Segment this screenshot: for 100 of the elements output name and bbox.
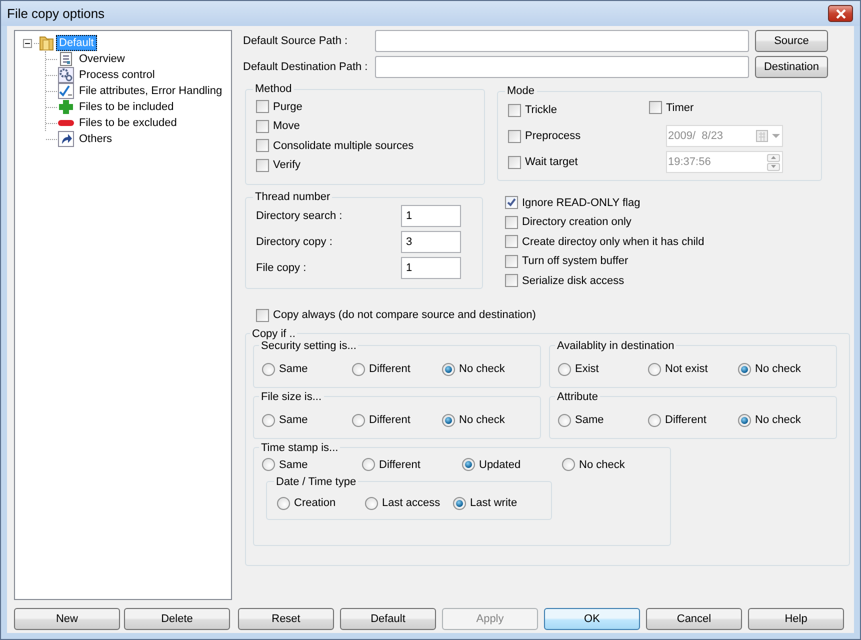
checkbox[interactable]: [508, 130, 521, 142]
radio-button[interactable]: [352, 362, 365, 376]
radio-label: No check: [755, 414, 801, 426]
radio-button[interactable]: [262, 362, 275, 376]
checkbox[interactable]: [505, 254, 518, 268]
field-label: Directory copy :: [256, 236, 334, 248]
tree-item[interactable]: Files to be included: [76, 99, 177, 115]
radio-button[interactable]: [362, 458, 375, 471]
group-title: Availablity in destination: [556, 340, 676, 352]
checkbox-label: Trickle: [525, 104, 557, 116]
tree-item[interactable]: File attributes, Error Handling: [76, 83, 226, 99]
number-field[interactable]: 3: [401, 231, 461, 253]
checkbox[interactable]: [505, 196, 518, 210]
tree-item[interactable]: Files to be excluded: [76, 115, 180, 131]
number-field[interactable]: 1: [401, 205, 461, 227]
radio-button[interactable]: [558, 362, 571, 376]
dialog-button[interactable]: New: [14, 608, 120, 630]
radio-button[interactable]: [352, 414, 365, 426]
dialog-button[interactable]: Delete: [124, 608, 230, 630]
checkbox[interactable]: [649, 101, 662, 114]
radio-button[interactable]: [558, 414, 571, 426]
tree-item[interactable]: Overview: [76, 51, 128, 67]
group-title: Date / Time type: [275, 476, 358, 488]
checkbox[interactable]: [508, 156, 521, 168]
dialog-button[interactable]: Default: [340, 608, 436, 630]
radio-label: Same: [279, 363, 308, 375]
down-arrow-icon: [771, 165, 776, 168]
close-icon: [834, 8, 846, 18]
checkbox[interactable]: [505, 235, 518, 248]
radio-label: Updated: [479, 458, 521, 470]
radio-label: Not exist: [665, 363, 708, 375]
tree-item[interactable]: Others: [76, 131, 116, 147]
checkbox[interactable]: [505, 274, 518, 288]
checkbox-label: Purge: [273, 100, 302, 113]
radio-button[interactable]: [738, 362, 751, 376]
checkbox[interactable]: [256, 139, 269, 152]
checkbox-label: Move: [273, 120, 300, 132]
group-title: Thread number: [254, 191, 332, 203]
radio-label: No check: [459, 414, 505, 426]
radio-label: Same: [575, 414, 604, 426]
radio-button[interactable]: [648, 362, 661, 376]
radio-button[interactable]: [277, 496, 290, 510]
dialog-button[interactable]: Reset: [238, 608, 334, 630]
gear-icon: [58, 67, 74, 83]
checkbox[interactable]: [256, 308, 269, 322]
checkbox-label: Ignore READ-ONLY flag: [522, 196, 640, 209]
time-value: 19:37:56: [668, 156, 711, 168]
close-button[interactable]: [828, 5, 853, 22]
checkbox-label: Directory creation only: [522, 216, 632, 228]
radio-label: Creation: [294, 497, 336, 509]
radio-button[interactable]: [562, 458, 575, 471]
checkbox-label: Verify: [273, 159, 301, 172]
group-title: Copy if ..: [251, 328, 296, 340]
checkbox-label: Timer: [666, 102, 694, 114]
tree-item[interactable]: Process control: [76, 67, 158, 83]
checkbox[interactable]: [505, 216, 518, 229]
checkbox[interactable]: [508, 104, 521, 116]
radio-label: No check: [459, 363, 505, 375]
dialog-button[interactable]: Help: [748, 608, 844, 630]
checkbox-label: Turn off system buffer: [522, 255, 628, 268]
radio-button[interactable]: [365, 496, 378, 510]
radio-button[interactable]: [648, 414, 661, 426]
window-title: File copy options: [7, 6, 105, 21]
path-field[interactable]: [375, 30, 749, 52]
checkbox[interactable]: [256, 120, 269, 133]
radio-button[interactable]: [442, 362, 455, 376]
checkbox-label: Copy always (do not compare source and destination): [273, 309, 536, 321]
group-title: Method: [254, 83, 293, 95]
radio-label: Different: [369, 363, 410, 375]
browse-button[interactable]: Destination: [755, 56, 828, 78]
radio-label: Same: [279, 458, 308, 470]
checkbox[interactable]: [256, 158, 269, 172]
group-title: Mode: [506, 85, 536, 97]
radio-button[interactable]: [462, 458, 475, 471]
radio-button[interactable]: [453, 496, 466, 510]
path-label: Default Destination Path :: [243, 61, 369, 73]
radio-button[interactable]: [442, 414, 455, 426]
radio-label: Different: [369, 414, 410, 426]
date-value: 2009/ 8/23: [668, 130, 724, 142]
group-title: Time stamp is...: [260, 442, 340, 454]
checkbox[interactable]: [256, 100, 269, 114]
browse-button[interactable]: Source: [755, 30, 828, 52]
radio-button[interactable]: [738, 414, 751, 426]
radio-button[interactable]: [262, 458, 275, 471]
dialog-button[interactable]: OK: [544, 608, 640, 630]
radio-label: Last access: [382, 497, 440, 509]
group-title: Attribute: [556, 390, 599, 402]
collapse-icon[interactable]: [23, 38, 32, 48]
path-label: Default Source Path :: [243, 35, 349, 47]
radio-label: No check: [579, 458, 625, 470]
radio-button[interactable]: [262, 414, 275, 426]
dialog-button[interactable]: Cancel: [646, 608, 742, 630]
checkbox-label: Consolidate multiple sources: [273, 140, 414, 152]
checkbox-label: Preprocess: [525, 130, 581, 142]
plus-icon: [58, 99, 74, 115]
group-title: Security setting is...: [260, 340, 358, 352]
path-field[interactable]: [375, 56, 749, 78]
number-field[interactable]: 1: [401, 257, 461, 279]
up-arrow-icon: [771, 156, 776, 159]
radio-label: Exist: [575, 363, 599, 375]
